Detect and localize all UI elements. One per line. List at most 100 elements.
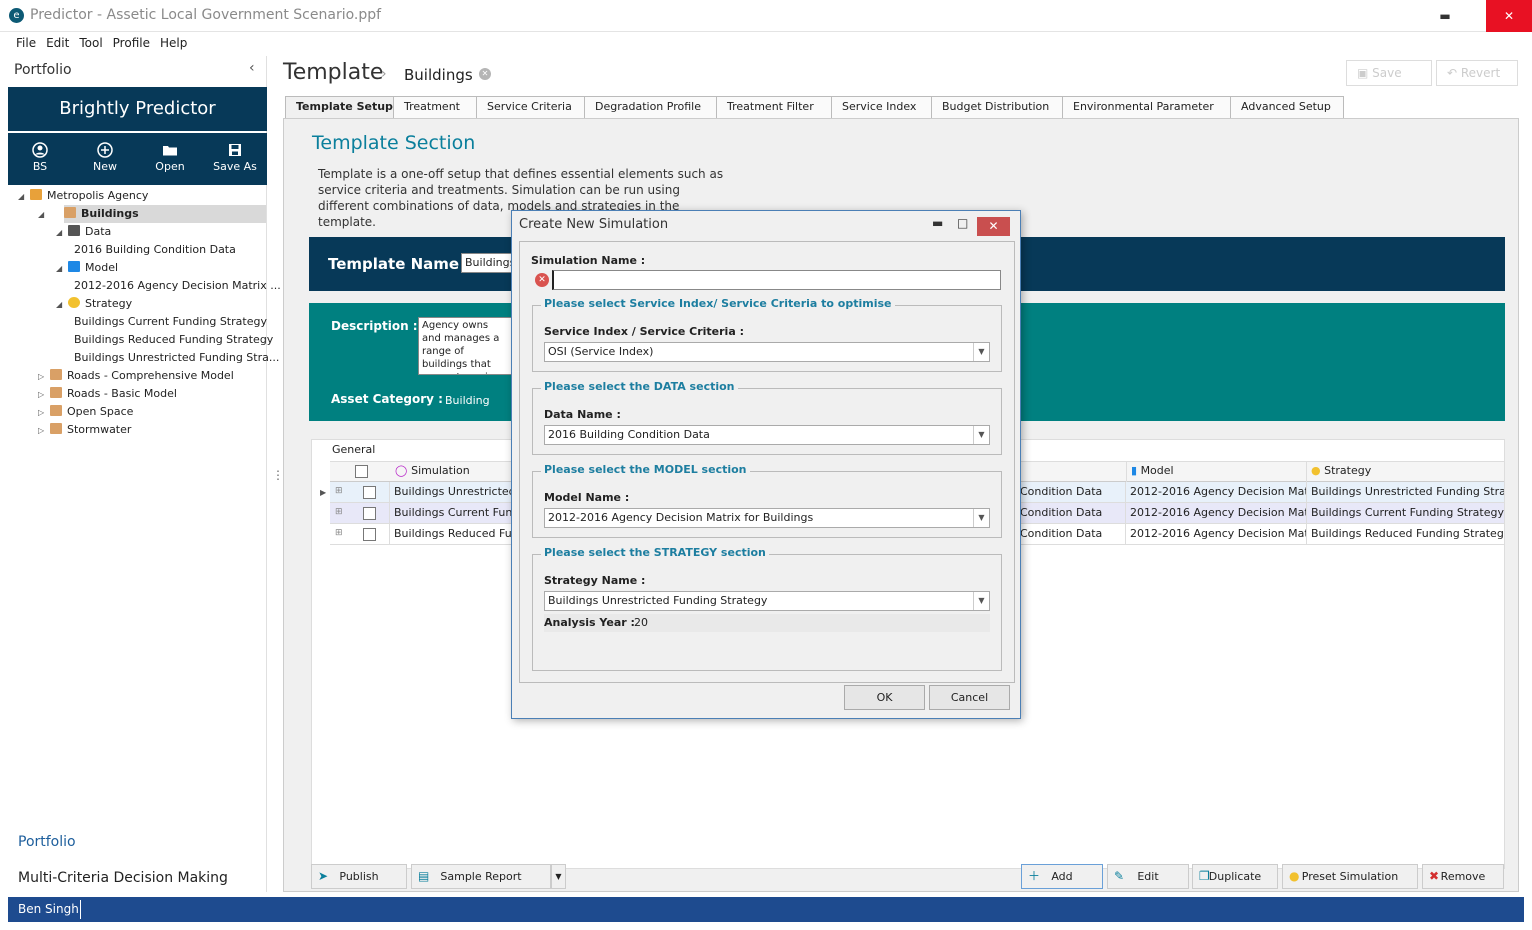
tree-item[interactable]: ◢ Data	[56, 223, 111, 241]
cell-model: 2012-2016 Agency Decision Matri...	[1126, 482, 1307, 503]
cell-simulation: Buildings Unrestricted Fu	[390, 482, 530, 503]
expand-row-icon[interactable]: ⊞	[335, 486, 343, 496]
buildings-icon	[50, 405, 62, 416]
row-indicator-icon: ▶	[320, 488, 327, 497]
new-button[interactable]: New	[73, 133, 137, 185]
tab-budget-distribution[interactable]: Budget Distribution	[931, 96, 1063, 118]
tree-item-label: Buildings	[81, 207, 139, 220]
error-icon: ✕	[535, 273, 549, 287]
save-button[interactable]: ▣ Save	[1346, 60, 1432, 86]
remove-button[interactable]: ✖ Remove	[1422, 864, 1504, 889]
tree-item[interactable]: 2016 Building Condition Data	[74, 241, 236, 259]
row-checkbox[interactable]	[363, 528, 376, 541]
strategy-name-select[interactable]: Buildings Unrestricted Funding Strategy ▼	[544, 591, 990, 611]
revert-icon: ↶	[1447, 66, 1461, 80]
tree-item[interactable]: ◢ Buildings	[38, 205, 266, 223]
simulation-name-input[interactable]	[552, 270, 1001, 290]
tree-item-label: 2012-2016 Agency Decision Matrix ...	[74, 279, 281, 292]
column-strategy[interactable]: ● Strategy	[1307, 461, 1505, 482]
data-name-select[interactable]: 2016 Building Condition Data ▼	[544, 425, 990, 445]
tree-item[interactable]: 2012-2016 Agency Decision Matrix ...	[74, 277, 281, 295]
preset-simulation-button[interactable]: ● Preset Simulation	[1282, 864, 1418, 889]
nav-mcdm[interactable]: Multi-Criteria Decision Making	[18, 870, 228, 886]
sample-report-button[interactable]: ▤ Sample Report	[411, 864, 551, 889]
tab-treatment[interactable]: Treatment	[393, 96, 477, 118]
edit-button[interactable]: ✎ Edit	[1107, 864, 1189, 889]
service-index-select[interactable]: OSI (Service Index) ▼	[544, 342, 990, 362]
tab-service-index[interactable]: Service Index	[831, 96, 932, 118]
column-simulation[interactable]: ◯ Simulation	[391, 461, 526, 482]
tree-item[interactable]: ◢ Strategy	[56, 295, 132, 313]
tree-item[interactable]: ◢ Metropolis Agency	[18, 187, 148, 205]
tree-item[interactable]: ▷ Roads - Basic Model	[38, 385, 177, 403]
duplicate-icon: ❐	[1199, 869, 1210, 883]
service-index-group: Please select Service Index/ Service Cri…	[532, 297, 1002, 372]
select-all-checkbox[interactable]	[355, 465, 368, 478]
pencil-icon: ✎	[1114, 869, 1125, 883]
menu-help[interactable]: Help	[155, 32, 192, 54]
expand-row-icon[interactable]: ⊞	[335, 528, 343, 538]
publish-button[interactable]: ➤ Publish	[311, 864, 407, 889]
menu-tool[interactable]: Tool	[74, 32, 107, 54]
model-name-select[interactable]: 2012-2016 Agency Decision Matrix for Bui…	[544, 508, 990, 528]
ok-button[interactable]: OK	[844, 685, 925, 710]
add-button[interactable]: ＋ Add	[1021, 864, 1103, 889]
save-as-button[interactable]: Save As	[203, 133, 267, 185]
collapse-panel-icon[interactable]: ‹	[249, 60, 255, 76]
template-name-input[interactable]: Buildings	[461, 253, 515, 273]
menu-edit[interactable]: Edit	[41, 32, 74, 54]
cancel-button[interactable]: Cancel	[929, 685, 1010, 710]
revert-button[interactable]: ↶ Revert	[1436, 60, 1518, 86]
tree-item-label: Buildings Unrestricted Funding Stra...	[74, 351, 280, 364]
menu-profile[interactable]: Profile	[108, 32, 155, 54]
cell-data: Condition Data	[1020, 482, 1126, 503]
description-input[interactable]: Agency owns and manages a range of build…	[418, 317, 513, 375]
tree-item[interactable]: ▷ Stormwater	[38, 421, 131, 439]
expand-row-icon[interactable]: ⊞	[335, 507, 343, 517]
row-checkbox[interactable]	[363, 507, 376, 520]
collapse-arrow-icon[interactable]: ◢	[56, 296, 68, 314]
tab-treatment-filter[interactable]: Treatment Filter	[716, 96, 832, 118]
collapse-arrow-icon[interactable]: ◢	[56, 260, 68, 278]
menu-file[interactable]: File	[11, 32, 41, 54]
cell-simulation: Buildings Current Funding	[390, 503, 530, 524]
expand-arrow-icon[interactable]: ▷	[38, 404, 50, 422]
close-button[interactable]: ✕	[1486, 0, 1532, 32]
dialog-close-button[interactable]: ✕	[977, 217, 1010, 236]
tree-item[interactable]: ▷ Roads - Comprehensive Model	[38, 367, 234, 385]
dialog-maximize-icon[interactable]: □	[957, 216, 968, 230]
expand-arrow-icon[interactable]: ▷	[38, 422, 50, 440]
close-template-icon[interactable]: ✕	[479, 68, 491, 80]
tree-item-label: Metropolis Agency	[47, 189, 149, 202]
analysis-year-value[interactable]: 20	[634, 616, 648, 629]
tab-service-criteria[interactable]: Service Criteria	[476, 96, 585, 118]
open-button[interactable]: Open	[138, 133, 202, 185]
tree-item[interactable]: Buildings Current Funding Strategy	[74, 313, 267, 331]
tree-item[interactable]: ◢ Model	[56, 259, 118, 277]
collapse-arrow-icon[interactable]: ◢	[56, 224, 68, 242]
plus-icon: ＋	[1028, 869, 1041, 883]
asset-category-label: Asset Category :	[331, 392, 443, 406]
tab-advanced-setup[interactable]: Advanced Setup	[1230, 96, 1344, 118]
tree-item[interactable]: ▷ Open Space	[38, 403, 133, 421]
tree-item-label: Strategy	[85, 297, 133, 310]
sample-report-dropdown[interactable]: ▼	[551, 864, 566, 889]
expand-arrow-icon[interactable]: ▷	[38, 368, 50, 386]
row-checkbox[interactable]	[363, 486, 376, 499]
column-model[interactable]: ▮ Model	[1126, 461, 1307, 482]
collapse-arrow-icon[interactable]: ◢	[18, 188, 30, 206]
collapse-arrow-icon[interactable]: ◢	[38, 206, 64, 224]
nav-portfolio[interactable]: Portfolio	[18, 834, 76, 850]
tree-item[interactable]: Buildings Unrestricted Funding Stra...	[74, 349, 279, 367]
bs-button[interactable]: BS	[8, 133, 72, 185]
tab-degradation-profile[interactable]: Degradation Profile	[584, 96, 717, 118]
tree-item[interactable]: Buildings Reduced Funding Strategy	[74, 331, 273, 349]
template-name-label: Template Name :	[328, 255, 471, 273]
tab-template-setup[interactable]: Template Setup	[285, 96, 394, 118]
duplicate-button[interactable]: ❐ Duplicate	[1192, 864, 1278, 889]
expand-arrow-icon[interactable]: ▷	[38, 386, 50, 404]
tab-environmental-parameter[interactable]: Environmental Parameter	[1062, 96, 1231, 118]
minimize-button[interactable]: ▬	[1422, 0, 1468, 32]
user-icon	[32, 142, 48, 158]
dialog-minimize-icon[interactable]: ▬	[932, 216, 943, 230]
